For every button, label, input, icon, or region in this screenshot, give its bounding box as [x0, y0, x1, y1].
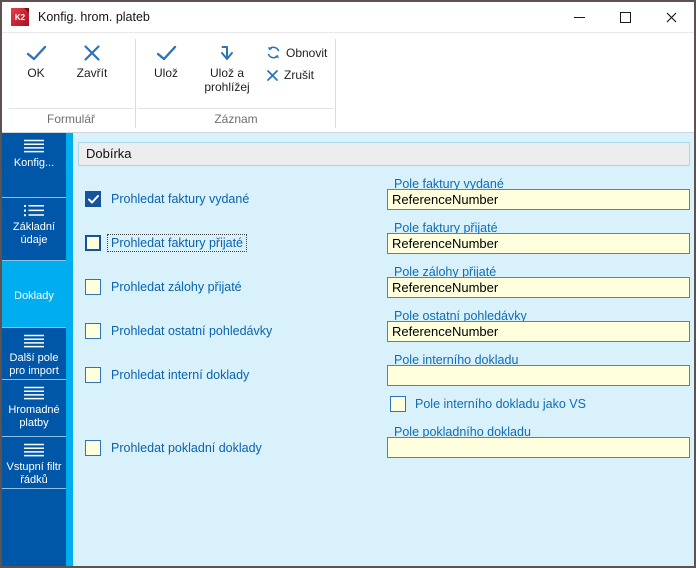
close-button[interactable]: [648, 2, 694, 32]
checkbox-prohledat-interni-doklady[interactable]: Prohledat interní doklady: [85, 366, 249, 384]
window-body: Konfig... Základní údaje Doklady Další p…: [2, 133, 694, 566]
sidebar-item-doklady[interactable]: Doklady: [2, 261, 66, 328]
checkbox-label: Prohledat pokladní doklady: [111, 441, 262, 455]
close-icon: [84, 45, 100, 61]
save-button-label: Ulož: [153, 66, 178, 80]
checkbox-box: [85, 235, 101, 251]
field-input-pole-zalohy-prijate[interactable]: [387, 277, 690, 298]
window-title: Konfig. hrom. plateb: [38, 10, 150, 24]
save-browse-icon: [221, 46, 233, 60]
checkbox-box: [85, 440, 101, 456]
check-icon: [87, 194, 99, 203]
menu-icon: [24, 443, 44, 457]
menu-icon: [24, 386, 44, 400]
field-input-pole-faktury-prijate[interactable]: [387, 233, 690, 254]
content-panel: Dobírka Prohledat faktury vydané Prohled…: [73, 133, 694, 566]
checkbox-box: [390, 396, 406, 412]
save-and-browse-button-label: Ulož a prohlížej: [204, 66, 250, 94]
ok-button-label: OK: [27, 66, 45, 80]
sidebar-item-label: Vstupní filtr řádků: [6, 461, 62, 486]
checkbox-prohledat-pokladni-doklady[interactable]: Prohledat pokladní doklady: [85, 439, 262, 457]
checkbox-label: Prohledat ostatní pohledávky: [111, 324, 273, 338]
checkbox-box: [85, 323, 101, 339]
ribbon-group-zaznam: Ulož Ulož a prohlížej Obnovit Zrušit Záz…: [138, 35, 334, 132]
ribbon-separator: [335, 39, 336, 128]
field-input-pole-ostatni-pohledavky[interactable]: [387, 321, 690, 342]
field-input-pole-interniho-dokladu[interactable]: [387, 365, 690, 386]
sidebar-item-label: Základní údaje: [12, 221, 56, 246]
checkbox-label: Prohledat zálohy přijaté: [111, 280, 242, 294]
check-icon: [156, 45, 177, 61]
sidebar-item-label: Konfig...: [13, 157, 55, 169]
menu-icon: [24, 139, 44, 153]
sidebar-item-hromadne-platby[interactable]: Hromadné platby: [2, 380, 66, 437]
checkbox-label: Pole interního dokladu jako VS: [415, 397, 586, 411]
menu-icon: [24, 334, 44, 348]
sidebar-filler: [2, 489, 66, 566]
checkbox-box: [85, 191, 101, 207]
list-icon: [24, 205, 44, 217]
ribbon-toolbar: OK Zavřít Formulář Ulož Ulož a prohlížej…: [2, 32, 694, 133]
sidebar-item-dalsi-pole-pro-import[interactable]: Další pole pro import: [2, 328, 66, 380]
ribbon-group-label: Záznam: [138, 108, 334, 132]
close-form-button-label: Zavřít: [76, 66, 108, 80]
minimize-button[interactable]: [556, 2, 602, 32]
save-button[interactable]: Ulož: [138, 35, 194, 80]
refresh-button[interactable]: Obnovit: [266, 45, 327, 60]
sidebar-item-zakladni-udaje[interactable]: Základní údaje: [2, 198, 66, 261]
checkbox-prohledat-zalohy-prijate[interactable]: Prohledat zálohy přijaté: [85, 278, 242, 296]
sidebar-item-label: Další pole pro import: [9, 352, 59, 377]
minimize-icon: [573, 16, 585, 18]
cancel-button-label: Zrušit: [284, 68, 314, 82]
ribbon-group-label: Formulář: [8, 108, 134, 132]
field-input-pole-faktury-vydane[interactable]: [387, 189, 690, 210]
save-and-browse-button[interactable]: Ulož a prohlížej: [194, 35, 260, 94]
field-input-pole-pokladniho-dokladu[interactable]: [387, 437, 690, 458]
app-window: K2 Konfig. hrom. plateb OK Zavřít Formul…: [0, 0, 696, 568]
check-icon: [26, 45, 47, 61]
maximize-button[interactable]: [602, 2, 648, 32]
checkbox-box: [85, 367, 101, 383]
refresh-icon: [267, 46, 280, 59]
checkbox-label: Prohledat faktury přijaté: [106, 234, 248, 252]
checkbox-prohledat-faktury-vydane[interactable]: Prohledat faktury vydané: [85, 190, 249, 208]
checkbox-box: [85, 279, 101, 295]
app-logo-icon: K2: [11, 8, 29, 26]
checkbox-prohledat-ostatni-pohledavky[interactable]: Prohledat ostatní pohledávky: [85, 322, 272, 340]
window-controls: [556, 2, 694, 32]
sidebar-item-vstupni-filtr-radku[interactable]: Vstupní filtr řádků: [2, 437, 66, 489]
close-form-button[interactable]: Zavřít: [64, 35, 120, 80]
sidebar-accent-strip: [66, 133, 73, 566]
sidebar: Konfig... Základní údaje Doklady Další p…: [2, 133, 66, 566]
ribbon-separator: [135, 39, 136, 128]
close-icon: [666, 12, 676, 22]
checkbox-label: Prohledat faktury vydané: [111, 192, 250, 206]
title-bar: K2 Konfig. hrom. plateb: [2, 2, 694, 32]
ok-button[interactable]: OK: [8, 35, 64, 80]
checkbox-prohledat-faktury-prijate[interactable]: Prohledat faktury přijaté: [85, 234, 248, 252]
ribbon-group-formular: OK Zavřít Formulář: [8, 35, 134, 132]
sidebar-item-label: Hromadné platby: [8, 404, 60, 429]
refresh-button-label: Obnovit: [286, 45, 328, 60]
section-header: Dobírka: [78, 142, 690, 166]
sidebar-item-label: Doklady: [14, 289, 54, 302]
maximize-icon: [619, 11, 631, 23]
checkbox-pole-interniho-dokladu-jako-vs[interactable]: Pole interního dokladu jako VS: [390, 395, 586, 413]
checkbox-label: Prohledat interní doklady: [111, 368, 250, 382]
close-icon: [267, 69, 278, 81]
cancel-button[interactable]: Zrušit: [266, 68, 327, 82]
sidebar-item-konfig[interactable]: Konfig...: [2, 133, 66, 198]
